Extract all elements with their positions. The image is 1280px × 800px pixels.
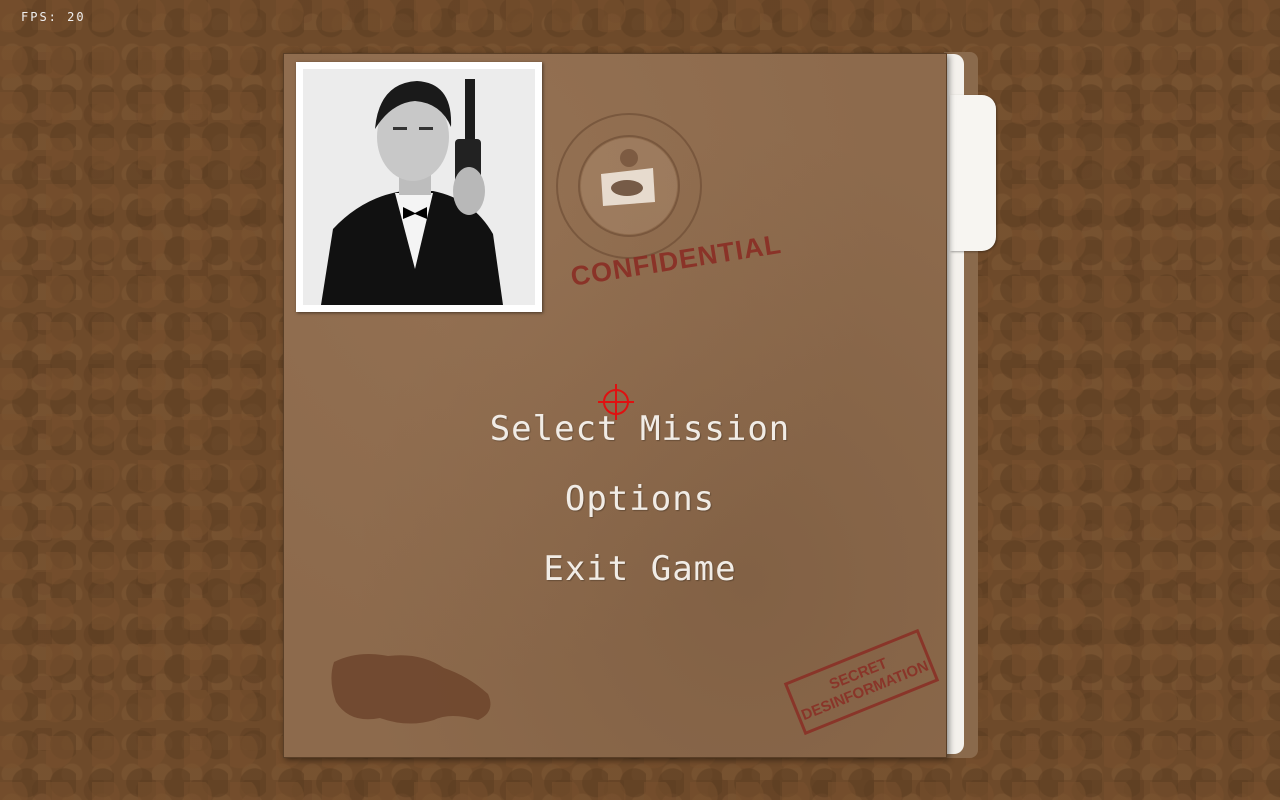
menu-item-exit-game[interactable]: Exit Game: [284, 534, 996, 604]
crosshair-icon: [598, 384, 634, 420]
agent-photo-frame: [296, 62, 542, 312]
coffee-stain: [331, 654, 491, 724]
agent-portrait-icon: [303, 69, 535, 305]
fps-counter: FPS: 20: [21, 10, 86, 24]
state-seal-emblem: [556, 113, 702, 259]
menu-item-select-mission[interactable]: Select Mission: [284, 394, 996, 464]
agent-portrait-photo: [303, 69, 535, 305]
folder-tab: [950, 95, 996, 251]
menu-item-options[interactable]: Options: [284, 464, 996, 534]
main-menu: Select Mission Options Exit Game: [284, 394, 996, 604]
secret-desinformation-stamp: SECRET DESINFORMATION: [783, 628, 940, 736]
